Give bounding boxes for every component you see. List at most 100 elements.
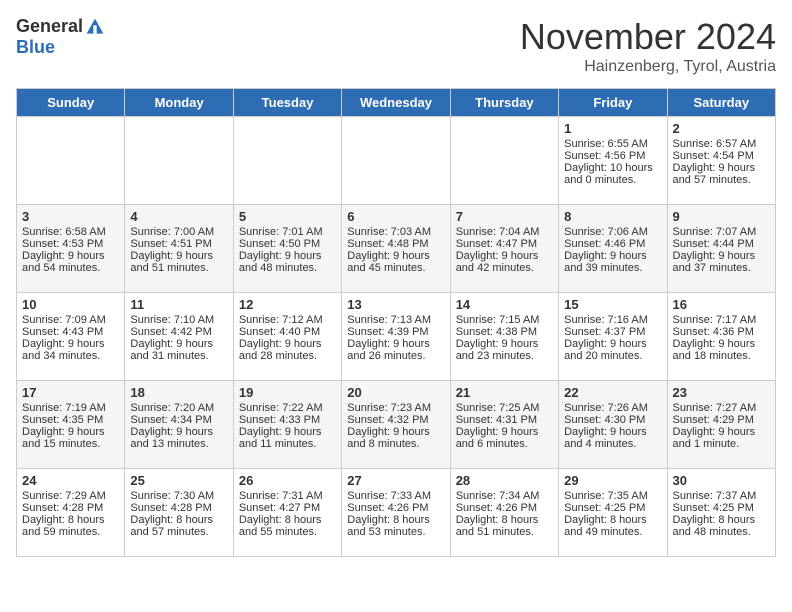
day-info: Daylight: 8 hours: [130, 514, 227, 526]
day-info: Sunset: 4:34 PM: [130, 414, 227, 426]
day-info: Sunrise: 7:12 AM: [239, 314, 336, 326]
calendar-cell: 3Sunrise: 6:58 AMSunset: 4:53 PMDaylight…: [17, 205, 125, 293]
calendar-cell: 17Sunrise: 7:19 AMSunset: 4:35 PMDayligh…: [17, 381, 125, 469]
day-info: Sunrise: 6:55 AM: [564, 138, 661, 150]
weekday-friday: Friday: [559, 89, 667, 117]
day-number: 12: [239, 297, 336, 312]
day-info: and 55 minutes.: [239, 526, 336, 538]
day-info: Sunrise: 7:33 AM: [347, 490, 444, 502]
day-number: 14: [456, 297, 553, 312]
day-number: 8: [564, 209, 661, 224]
day-info: Sunrise: 7:15 AM: [456, 314, 553, 326]
day-info: Daylight: 8 hours: [564, 514, 661, 526]
calendar-body: 1Sunrise: 6:55 AMSunset: 4:56 PMDaylight…: [17, 117, 776, 557]
day-info: and 20 minutes.: [564, 350, 661, 362]
day-number: 20: [347, 385, 444, 400]
weekday-thursday: Thursday: [450, 89, 558, 117]
weekday-header-row: SundayMondayTuesdayWednesdayThursdayFrid…: [17, 89, 776, 117]
day-info: and 6 minutes.: [456, 438, 553, 450]
day-info: and 37 minutes.: [673, 262, 770, 274]
day-info: Sunset: 4:46 PM: [564, 238, 661, 250]
day-info: Sunset: 4:26 PM: [456, 502, 553, 514]
day-info: Sunrise: 7:09 AM: [22, 314, 119, 326]
day-info: Sunrise: 7:27 AM: [673, 402, 770, 414]
calendar-cell: 25Sunrise: 7:30 AMSunset: 4:28 PMDayligh…: [125, 469, 233, 557]
day-info: Daylight: 9 hours: [239, 250, 336, 262]
day-info: Sunrise: 7:35 AM: [564, 490, 661, 502]
day-info: and 1 minute.: [673, 438, 770, 450]
calendar-week-4: 24Sunrise: 7:29 AMSunset: 4:28 PMDayligh…: [17, 469, 776, 557]
day-info: Sunset: 4:48 PM: [347, 238, 444, 250]
logo-blue-text: Blue: [16, 37, 55, 58]
day-info: Daylight: 10 hours: [564, 162, 661, 174]
calendar-cell: 30Sunrise: 7:37 AMSunset: 4:25 PMDayligh…: [667, 469, 775, 557]
calendar-cell: 16Sunrise: 7:17 AMSunset: 4:36 PMDayligh…: [667, 293, 775, 381]
day-info: Sunrise: 7:04 AM: [456, 226, 553, 238]
calendar-cell: 22Sunrise: 7:26 AMSunset: 4:30 PMDayligh…: [559, 381, 667, 469]
day-info: Sunrise: 7:03 AM: [347, 226, 444, 238]
weekday-sunday: Sunday: [17, 89, 125, 117]
logo-general-text: General: [16, 16, 83, 37]
day-info: Daylight: 8 hours: [673, 514, 770, 526]
title-area: November 2024 Hainzenberg, Tyrol, Austri…: [520, 16, 776, 76]
header: General Blue November 2024 Hainzenberg, …: [16, 16, 776, 76]
day-info: Sunrise: 7:29 AM: [22, 490, 119, 502]
day-info: Sunrise: 7:10 AM: [130, 314, 227, 326]
day-info: Daylight: 9 hours: [673, 250, 770, 262]
logo-icon: [85, 17, 105, 37]
calendar-week-2: 10 Sunrise: 7:09 AMSunset: 4:43 PMDayligh…: [17, 293, 776, 381]
day-number: 6: [347, 209, 444, 224]
day-number: 17: [22, 385, 119, 400]
logo: General Blue: [16, 16, 105, 58]
day-number: 5: [239, 209, 336, 224]
calendar-cell: 29Sunrise: 7:35 AMSunset: 4:25 PMDayligh…: [559, 469, 667, 557]
day-info: Sunset: 4:29 PM: [673, 414, 770, 426]
day-info: Daylight: 9 hours: [22, 338, 119, 350]
calendar-cell: 23Sunrise: 7:27 AMSunset: 4:29 PMDayligh…: [667, 381, 775, 469]
day-info: Sunrise: 7:22 AM: [239, 402, 336, 414]
calendar-cell: 7Sunrise: 7:04 AMSunset: 4:47 PMDaylight…: [450, 205, 558, 293]
day-info: Sunrise: 6:57 AM: [673, 138, 770, 150]
day-info: Daylight: 9 hours: [130, 426, 227, 438]
day-number: 10: [22, 297, 119, 312]
calendar-cell: [125, 117, 233, 205]
day-info: Sunrise: 7:34 AM: [456, 490, 553, 502]
calendar-cell: 5Sunrise: 7:01 AMSunset: 4:50 PMDaylight…: [233, 205, 341, 293]
day-info: Sunset: 4:43 PM: [22, 326, 119, 338]
day-info: and 31 minutes.: [130, 350, 227, 362]
day-number: 26: [239, 473, 336, 488]
day-number: 11: [130, 297, 227, 312]
weekday-saturday: Saturday: [667, 89, 775, 117]
day-info: Daylight: 8 hours: [239, 514, 336, 526]
day-info: Sunset: 4:26 PM: [347, 502, 444, 514]
day-info: Sunset: 4:40 PM: [239, 326, 336, 338]
day-info: Sunset: 4:25 PM: [564, 502, 661, 514]
calendar-cell: 19Sunrise: 7:22 AMSunset: 4:33 PMDayligh…: [233, 381, 341, 469]
day-info: Daylight: 9 hours: [22, 250, 119, 262]
day-info: Daylight: 9 hours: [22, 426, 119, 438]
day-info: Sunset: 4:28 PM: [22, 502, 119, 514]
day-info: Daylight: 9 hours: [239, 426, 336, 438]
day-info: Daylight: 9 hours: [347, 426, 444, 438]
day-number: 25: [130, 473, 227, 488]
day-number: 28: [456, 473, 553, 488]
day-info: Daylight: 9 hours: [564, 250, 661, 262]
calendar-cell: [233, 117, 341, 205]
weekday-tuesday: Tuesday: [233, 89, 341, 117]
day-info: Sunrise: 7:00 AM: [130, 226, 227, 238]
day-info: Sunset: 4:28 PM: [130, 502, 227, 514]
day-number: 30: [673, 473, 770, 488]
day-info: Sunrise: 7:20 AM: [130, 402, 227, 414]
calendar-cell: [342, 117, 450, 205]
day-info: Sunrise: 7:37 AM: [673, 490, 770, 502]
day-info: Sunrise: 7:07 AM: [673, 226, 770, 238]
calendar-cell: 9Sunrise: 7:07 AMSunset: 4:44 PMDaylight…: [667, 205, 775, 293]
calendar-cell: 1Sunrise: 6:55 AMSunset: 4:56 PMDaylight…: [559, 117, 667, 205]
day-number: 2: [673, 121, 770, 136]
month-title: November 2024: [520, 16, 776, 58]
day-info: Sunrise: 7:26 AM: [564, 402, 661, 414]
day-number: 18: [130, 385, 227, 400]
day-info: Sunrise: 7:25 AM: [456, 402, 553, 414]
day-info: and 42 minutes.: [456, 262, 553, 274]
day-info: Sunrise: 7:23 AM: [347, 402, 444, 414]
